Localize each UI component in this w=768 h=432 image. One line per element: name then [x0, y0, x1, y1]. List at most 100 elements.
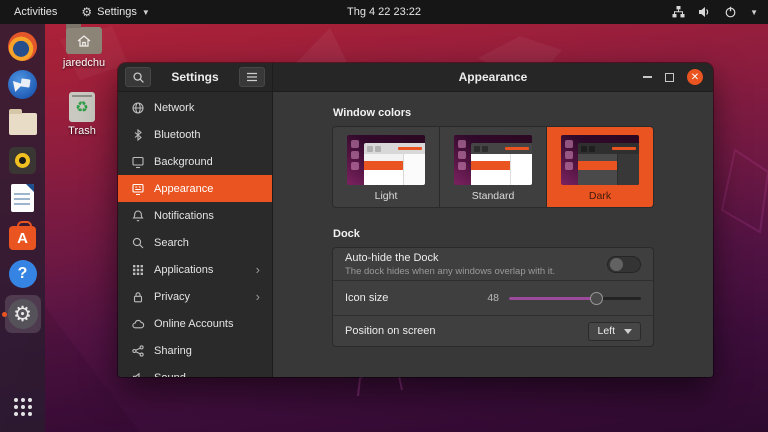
sidebar-item-network[interactable]: Network — [118, 94, 272, 121]
standard-theme-thumbnail — [454, 135, 532, 185]
settings-sidebar: Network Bluetooth Background Appearance … — [118, 92, 273, 377]
system-tray[interactable]: ▼ — [672, 0, 768, 24]
sidebar-item-appearance[interactable]: Appearance — [118, 175, 272, 202]
icon-size-label: Icon size — [345, 292, 388, 304]
desktop-icon-home-folder[interactable]: jaredchu — [54, 27, 114, 69]
search-icon — [130, 236, 145, 250]
app-menu-label: Settings — [97, 6, 137, 18]
search-button[interactable] — [125, 67, 151, 87]
search-icon — [132, 71, 145, 84]
sidebar-item-label: Network — [154, 102, 194, 114]
sidebar-item-label: Sharing — [154, 345, 192, 357]
chevron-right-icon: › — [256, 290, 260, 303]
slider-fill — [509, 297, 596, 300]
activities-button[interactable]: Activities — [0, 0, 71, 24]
dock-item-help[interactable]: ? — [5, 257, 41, 291]
settings-gear-icon: ⚙ — [8, 299, 38, 329]
appearance-monitor-icon — [130, 182, 145, 196]
help-icon: ? — [9, 260, 37, 288]
globe-icon — [130, 101, 145, 115]
slider-handle[interactable] — [590, 292, 603, 305]
dock-item-libreoffice-writer[interactable] — [5, 181, 41, 215]
share-icon — [130, 344, 145, 358]
sidebar-item-label: Appearance — [154, 183, 213, 195]
desktop-icon-trash[interactable]: ♻ Trash — [52, 92, 112, 137]
toggle-knob — [610, 258, 623, 271]
sidebar-item-label: Sound — [154, 372, 186, 378]
position-dropdown[interactable]: Left — [588, 322, 641, 341]
autohide-dock-row: Auto-hide the Dock The dock hides when a… — [333, 248, 653, 281]
dock-item-rhythmbox[interactable] — [5, 143, 41, 177]
gear-icon: ⚙ — [81, 5, 92, 19]
sidebar-item-sound[interactable]: Sound — [118, 364, 272, 377]
sidebar-item-online-accounts[interactable]: Online Accounts — [118, 310, 272, 337]
dock-section: Dock Auto-hide the Dock The dock hides w… — [332, 228, 654, 347]
power-icon — [724, 6, 737, 18]
clock[interactable]: Thg 4 22 23:22 — [347, 6, 421, 18]
dock-item-ubuntu-software[interactable]: A — [5, 219, 41, 253]
sidebar-item-label: Notifications — [154, 210, 214, 222]
theme-selector: Light Standard Dark — [332, 126, 654, 208]
close-button[interactable]: ✕ — [687, 69, 703, 85]
sidebar-item-label: Applications — [154, 264, 213, 276]
rhythmbox-icon — [9, 147, 36, 174]
sidebar-item-label: Online Accounts — [154, 318, 234, 330]
theme-option-label: Light — [375, 190, 398, 202]
section-title: Window colors — [333, 107, 654, 119]
theme-option-light[interactable]: Light — [333, 127, 440, 207]
autohide-label: Auto-hide the Dock — [345, 252, 555, 264]
sidebar-item-privacy[interactable]: Privacy › — [118, 283, 272, 310]
apps-grid-icon — [130, 263, 145, 277]
sidebar-item-search[interactable]: Search — [118, 229, 272, 256]
home-folder-icon — [66, 27, 102, 54]
bell-icon — [130, 209, 145, 223]
sidebar-item-bluetooth[interactable]: Bluetooth — [118, 121, 272, 148]
window-controls: ✕ — [643, 69, 703, 85]
dock-settings-frame: Auto-hide the Dock The dock hides when a… — [332, 247, 654, 347]
theme-option-label: Dark — [589, 190, 611, 202]
autohide-description: The dock hides when any windows overlap … — [345, 266, 555, 277]
firefox-icon — [8, 32, 37, 61]
dock-item-thunderbird[interactable] — [5, 67, 41, 101]
sidebar-item-label: Search — [154, 237, 189, 249]
minimize-button[interactable] — [643, 76, 652, 78]
sidebar-title: Settings — [157, 70, 233, 84]
sidebar-item-sharing[interactable]: Sharing — [118, 337, 272, 364]
icon-size-value: 48 — [487, 292, 499, 304]
dock-item-settings-active[interactable]: ⚙ — [5, 295, 41, 333]
settings-window: Settings Appearance ✕ Network Bluetooth — [118, 63, 713, 377]
network-wired-icon — [672, 6, 685, 18]
show-applications-button[interactable] — [5, 390, 41, 424]
desktop-icon-label: jaredchu — [63, 57, 105, 69]
hamburger-menu-button[interactable] — [239, 67, 265, 87]
theme-option-dark-selected[interactable]: Dark — [547, 127, 653, 207]
sidebar-item-notifications[interactable]: Notifications — [118, 202, 272, 229]
theme-option-standard[interactable]: Standard — [440, 127, 547, 207]
position-dropdown-value: Left — [597, 325, 615, 337]
app-menu-button[interactable]: ⚙ Settings ▼ — [71, 0, 159, 24]
maximize-button[interactable] — [665, 73, 674, 82]
monitor-icon — [130, 155, 145, 169]
window-headerbar[interactable]: Appearance ✕ — [273, 63, 713, 92]
ubuntu-software-icon: A — [9, 226, 36, 250]
icon-size-slider[interactable] — [509, 292, 641, 305]
speaker-icon — [130, 371, 145, 378]
thunderbird-icon — [8, 70, 37, 99]
position-label: Position on screen — [345, 325, 436, 337]
autohide-toggle-off[interactable] — [607, 256, 641, 273]
lock-icon — [130, 290, 145, 304]
dock: A ? ⚙ — [0, 24, 45, 432]
sidebar-item-background[interactable]: Background — [118, 148, 272, 175]
appearance-panel: Window colors Light St — [273, 92, 713, 377]
cloud-icon — [130, 317, 145, 331]
light-theme-thumbnail — [347, 135, 425, 185]
libreoffice-writer-icon — [11, 184, 34, 212]
section-title: Dock — [333, 228, 654, 240]
trash-icon: ♻ — [69, 92, 95, 122]
desktop-icon-label: Trash — [68, 125, 96, 137]
chevron-down-icon: ▼ — [750, 8, 758, 17]
dock-item-firefox[interactable] — [5, 29, 41, 63]
icon-size-row: Icon size 48 — [333, 281, 653, 316]
sidebar-item-applications[interactable]: Applications › — [118, 256, 272, 283]
dock-item-files[interactable] — [5, 105, 41, 139]
